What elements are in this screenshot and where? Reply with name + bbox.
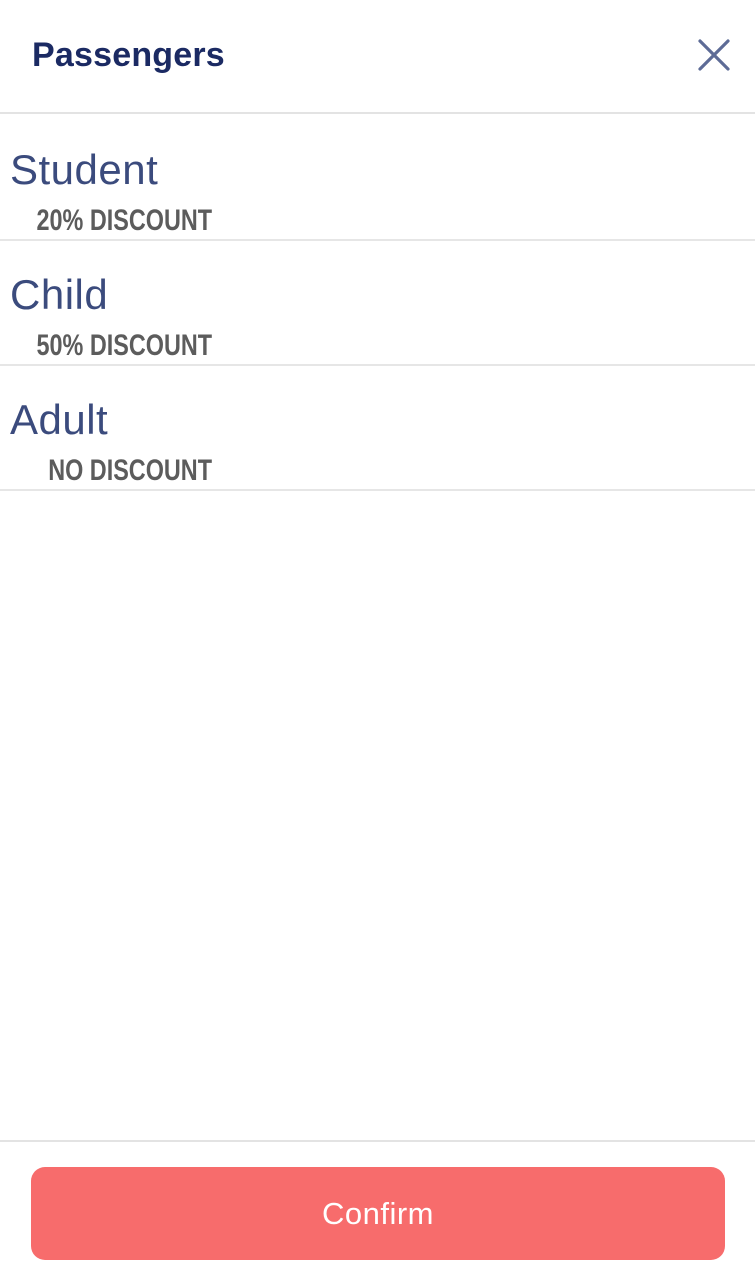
confirm-button[interactable]: Confirm	[31, 1167, 725, 1260]
footer: Confirm	[0, 1140, 755, 1280]
passenger-option-label: Student	[10, 146, 159, 193]
header: Passengers	[0, 0, 755, 114]
page-title: Passengers	[32, 36, 225, 74]
discount-label: 20% DISCOUNT	[36, 204, 212, 237]
passenger-option-adult[interactable]: Adult NO DISCOUNT	[0, 366, 755, 491]
passenger-option-label: Adult	[10, 396, 109, 443]
passenger-option-student[interactable]: Student 20% DISCOUNT	[0, 116, 755, 241]
discount-label: NO DISCOUNT	[48, 454, 212, 487]
passenger-type-list: Student 20% DISCOUNT Child 50% DISCOUNT …	[0, 116, 755, 491]
close-button[interactable]	[690, 33, 738, 81]
passenger-option-child[interactable]: Child 50% DISCOUNT	[0, 241, 755, 366]
passenger-option-label: Child	[10, 271, 109, 318]
passengers-screen: Passengers Student 20% DISCOUNT Child 50…	[0, 0, 755, 1280]
close-icon	[697, 38, 731, 77]
discount-label: 50% DISCOUNT	[36, 329, 212, 362]
